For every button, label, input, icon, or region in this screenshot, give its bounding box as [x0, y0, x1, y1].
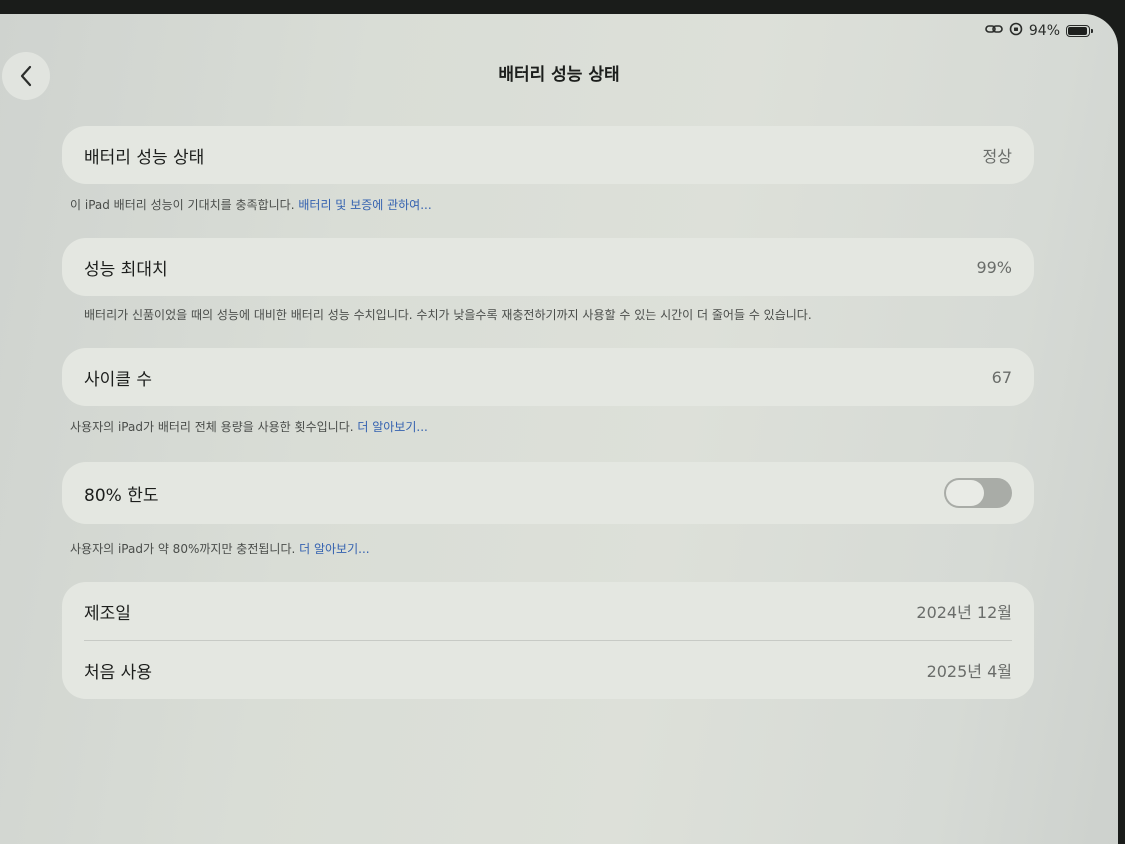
first-use-row: 처음 사용 2025년 4월	[84, 641, 1012, 699]
battery-percent: 94%	[1028, 23, 1060, 39]
limit-80-card: 80% 한도	[62, 462, 1034, 524]
cycle-count-value: 67	[991, 367, 1012, 387]
manufactured-row: 제조일 2024년 12월	[84, 582, 1012, 640]
battery-health-value: 정상	[982, 147, 1012, 166]
dates-card: 제조일 2024년 12월 처음 사용 2025년 4월	[62, 582, 1034, 699]
battery-warranty-link[interactable]: 배터리 및 보증에 관하여...	[298, 198, 431, 212]
cycle-count-footer-text: 사용자의 iPad가 배터리 전체 용량을 사용한 횟수입니다.	[70, 420, 358, 434]
cycle-count-learn-more-link[interactable]: 더 알아보기...	[357, 420, 427, 434]
battery-health-row: 배터리 성능 상태 정상	[84, 126, 1012, 184]
max-capacity-label: 성능 최대치	[84, 259, 168, 280]
settings-screen: 94% 배터리 성능 상태 배터리 성능 상태 정상 이 iPad 배터리 성능…	[0, 14, 1118, 844]
cycle-count-label: 사이클 수	[84, 369, 152, 390]
max-capacity-row: 성능 최대치 99%	[84, 238, 1012, 296]
limit-80-toggle[interactable]	[944, 478, 1012, 508]
max-capacity-footer: 배터리가 신품이었을 때의 성능에 대비한 배터리 성능 수치입니다. 수치가 …	[84, 308, 812, 322]
cycle-count-footer: 사용자의 iPad가 배터리 전체 용량을 사용한 횟수입니다. 더 알아보기.…	[70, 418, 428, 435]
max-capacity-value: 99%	[976, 257, 1012, 277]
battery-health-label: 배터리 성능 상태	[84, 147, 205, 168]
battery-health-footer: 이 iPad 배터리 성능이 기대치를 충족합니다. 배터리 및 보증에 관하여…	[70, 196, 432, 213]
battery-health-footer-text: 이 iPad 배터리 성능이 기대치를 충족합니다.	[70, 198, 299, 212]
battery-fill	[1068, 27, 1087, 35]
page-title: 배터리 성능 상태	[498, 65, 620, 85]
manufactured-label: 제조일	[84, 603, 131, 624]
status-bar: 94%	[985, 22, 1093, 40]
orientation-lock-icon	[1009, 22, 1023, 40]
max-capacity-card: 성능 최대치 99%	[62, 238, 1034, 296]
toggle-knob	[946, 480, 984, 506]
cycle-count-card: 사이클 수 67	[62, 348, 1034, 406]
first-use-value: 2025년 4월	[926, 662, 1012, 681]
cycle-count-row: 사이클 수 67	[84, 348, 1012, 406]
link-icon	[985, 23, 1003, 39]
limit-80-row: 80% 한도	[84, 462, 1012, 524]
battery-icon	[1066, 25, 1093, 37]
limit-80-learn-more-link[interactable]: 더 알아보기...	[299, 542, 369, 556]
limit-80-label: 80% 한도	[84, 485, 159, 506]
battery-health-card: 배터리 성능 상태 정상	[62, 126, 1034, 184]
first-use-label: 처음 사용	[84, 662, 152, 683]
manufactured-value: 2024년 12월	[916, 603, 1012, 622]
limit-80-footer: 사용자의 iPad가 약 80%까지만 충전됩니다. 더 알아보기...	[70, 540, 370, 557]
limit-80-footer-text: 사용자의 iPad가 약 80%까지만 충전됩니다.	[70, 542, 300, 556]
